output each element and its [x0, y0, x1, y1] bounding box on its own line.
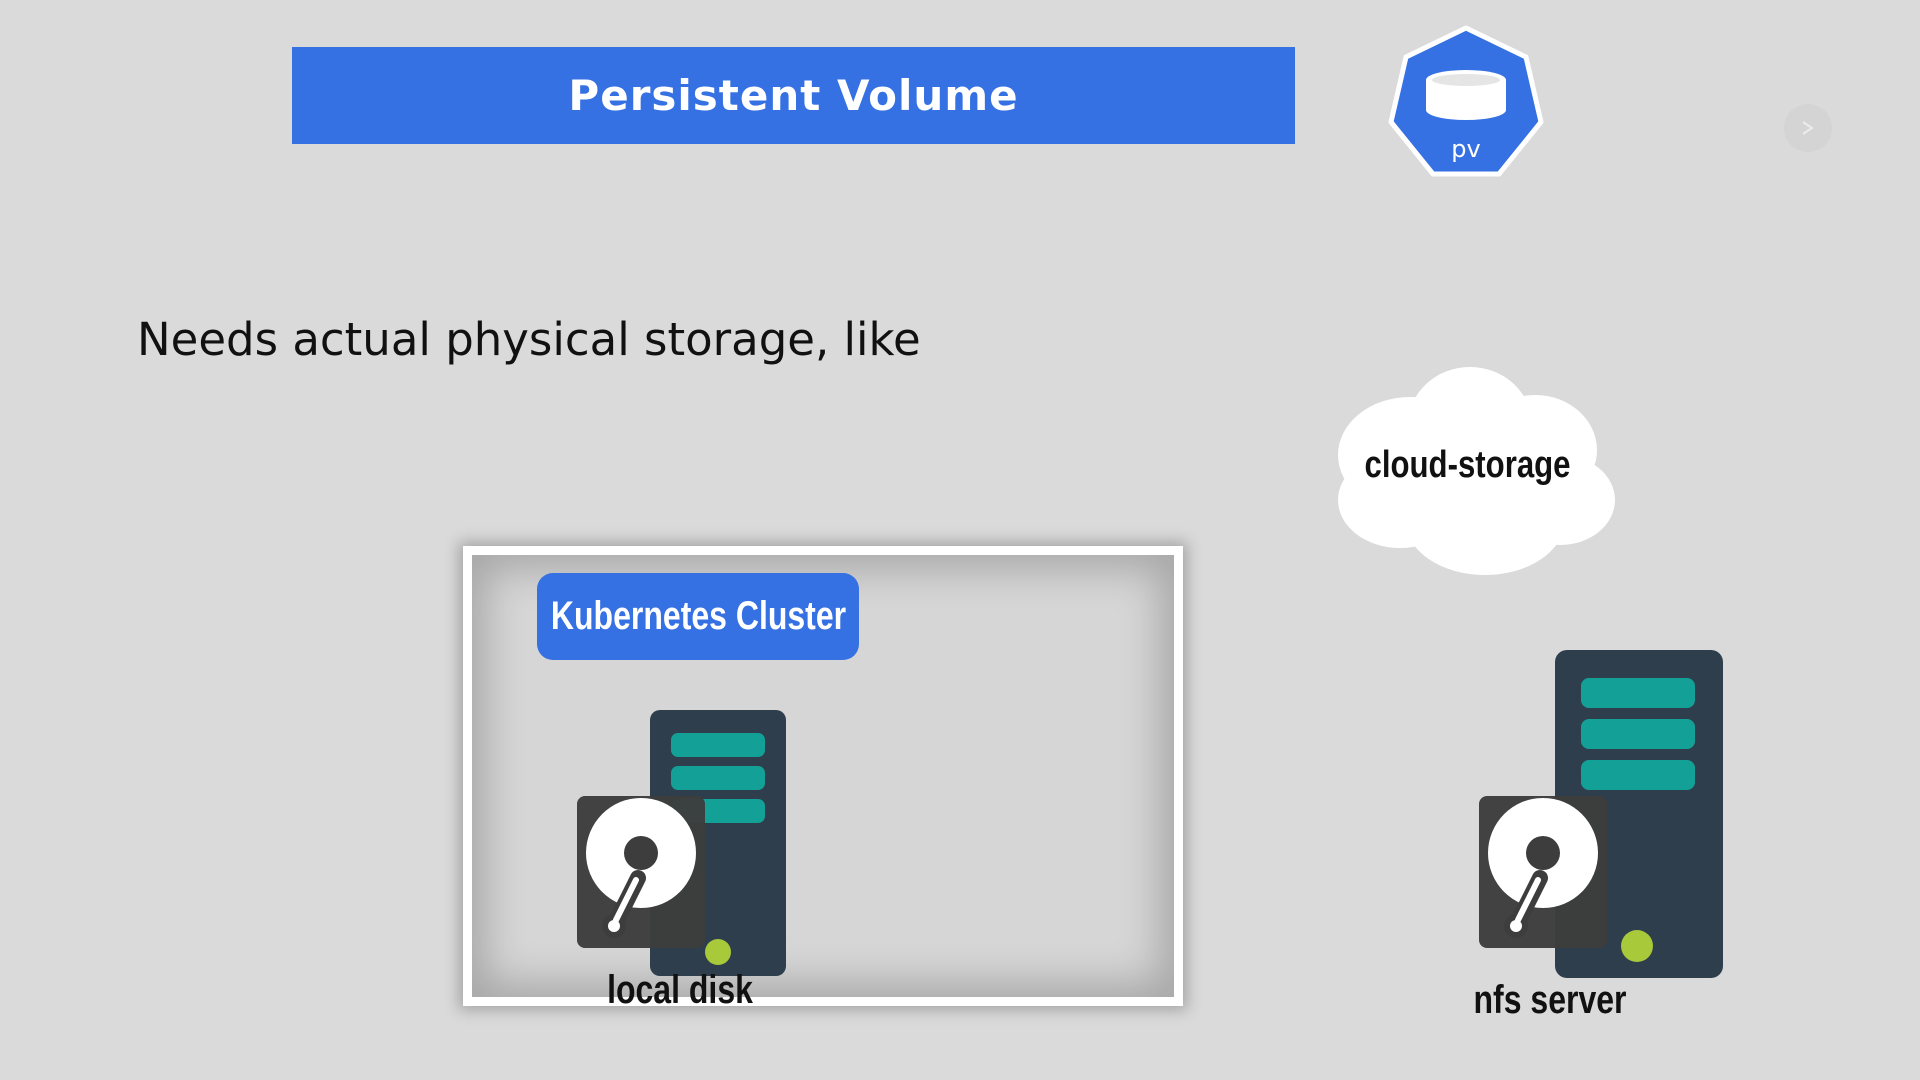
- slide-title: Persistent Volume: [568, 71, 1019, 120]
- server-hdd-icon: [577, 710, 786, 976]
- subtitle-text: Needs actual physical storage, like: [137, 313, 921, 366]
- player-control-icon[interactable]: [1782, 102, 1834, 154]
- cloud-storage-label: cloud-storage: [1364, 444, 1571, 486]
- database-icon: [1426, 70, 1506, 120]
- hard-disk-icon: [1479, 796, 1607, 948]
- pv-logo-label: pv: [1451, 135, 1480, 163]
- local-disk-label: local disk: [607, 968, 753, 1012]
- kubernetes-cluster-badge: Kubernetes Cluster: [537, 573, 859, 660]
- nfs-server-icon: [1479, 650, 1723, 978]
- hard-disk-icon: [577, 796, 705, 948]
- title-banner: Persistent Volume: [292, 47, 1295, 144]
- pv-logo-icon: pv: [1388, 25, 1544, 177]
- kubernetes-cluster-label: Kubernetes Cluster: [550, 594, 846, 638]
- nfs-server-label: nfs server: [1473, 978, 1627, 1022]
